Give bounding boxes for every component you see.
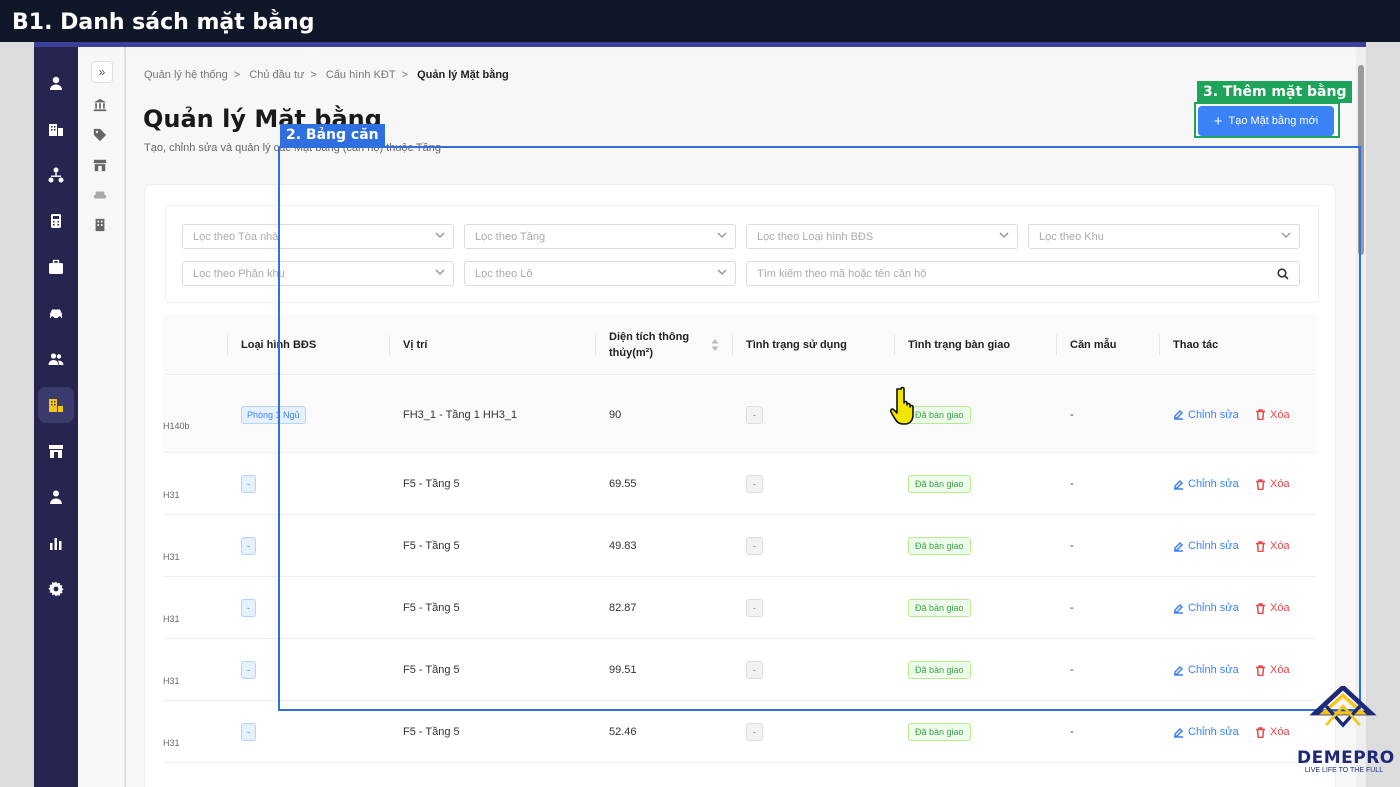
- tutorial-banner: B1. Danh sách mặt bằng: [0, 0, 1400, 42]
- row-code: H31: [163, 552, 180, 562]
- sub-sidebar: »: [78, 47, 125, 787]
- row-code: H31: [163, 738, 180, 748]
- row-code: H31: [163, 676, 180, 686]
- row-code: H140b: [163, 420, 190, 431]
- breadcrumb-item[interactable]: Quản lý hệ thống: [144, 69, 228, 81]
- apartment-icon[interactable]: [93, 218, 109, 234]
- annotation-label-create: 3. Thêm mặt bằng: [1197, 81, 1353, 103]
- type-tag: -: [241, 661, 256, 679]
- building-filter-placeholder: Lọc theo Tòa nhà: [193, 231, 279, 243]
- briefcase-icon[interactable]: [38, 249, 74, 285]
- row-code: H31: [163, 490, 180, 500]
- tag-icon[interactable]: [93, 128, 109, 144]
- car-icon[interactable]: [38, 295, 74, 331]
- annotation-label-table: 2. Bảng căn: [280, 124, 385, 146]
- breadcrumb-item[interactable]: Chủ đầu tư: [249, 69, 304, 81]
- users-icon[interactable]: [38, 341, 74, 377]
- breadcrumb-current: Quản lý Mặt bằng: [417, 69, 509, 81]
- double-chevron-right-icon: »: [98, 65, 106, 79]
- building-icon[interactable]: [38, 111, 74, 147]
- main-sidebar: [34, 47, 78, 787]
- delete-button[interactable]: Xóa: [1255, 726, 1290, 738]
- person-icon[interactable]: [38, 479, 74, 515]
- type-tag: -: [241, 599, 256, 617]
- subzone-filter-placeholder: Lọc theo Phân khu: [193, 268, 285, 280]
- type-tag: -: [241, 537, 256, 555]
- type-tag: -: [241, 723, 256, 741]
- expand-sidebar-button[interactable]: »: [91, 61, 113, 83]
- annotation-box-create: [1194, 102, 1340, 138]
- bank-icon[interactable]: [93, 98, 109, 114]
- logo-name: DEMEPRO: [1297, 748, 1395, 768]
- hand-cursor-icon: [889, 385, 924, 427]
- sofa-icon[interactable]: [93, 188, 109, 204]
- breadcrumb-item[interactable]: Cấu hình KĐT: [326, 69, 396, 81]
- type-tag: -: [241, 475, 256, 493]
- edit-icon: [1174, 727, 1184, 738]
- banner-title: B1. Danh sách mặt bằng: [12, 10, 315, 35]
- row-code: H31: [163, 614, 180, 624]
- annotation-box-table: [278, 146, 1361, 711]
- store-icon[interactable]: [38, 433, 74, 469]
- usage-tag: -: [746, 723, 763, 741]
- gear-icon[interactable]: [38, 571, 74, 607]
- logo-tagline: LIVE LIFE TO THE FULL: [1304, 767, 1384, 774]
- trash-icon: [1256, 726, 1265, 738]
- network-icon[interactable]: [38, 157, 74, 193]
- breadcrumb: Quản lý hệ thống > Chủ đầu tư > Cấu hình K…: [144, 69, 509, 81]
- store-icon[interactable]: [93, 158, 109, 174]
- calculator-icon[interactable]: [38, 203, 74, 239]
- edit-button[interactable]: Chỉnh sửa: [1173, 726, 1239, 738]
- property-icon[interactable]: [38, 387, 74, 423]
- handover-tag: Đã bàn giao: [908, 723, 971, 741]
- edit-label: Chỉnh sửa: [1188, 726, 1239, 738]
- chart-icon[interactable]: [38, 525, 74, 561]
- user-icon[interactable]: [38, 65, 74, 101]
- delete-label: Xóa: [1270, 726, 1290, 738]
